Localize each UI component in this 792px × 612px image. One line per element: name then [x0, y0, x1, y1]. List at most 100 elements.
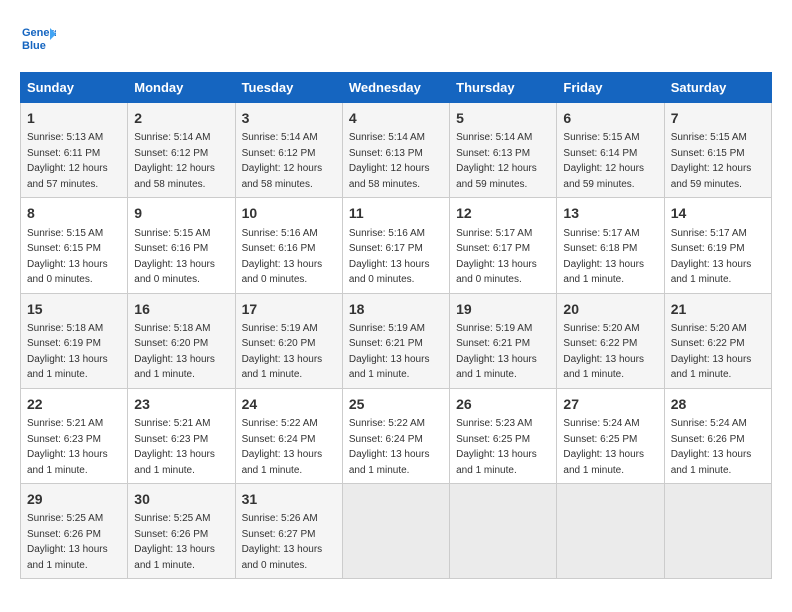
day-number: 28 — [671, 394, 765, 414]
day-number: 9 — [134, 203, 228, 223]
calendar-cell: 31 Sunrise: 5:26 AMSunset: 6:27 PMDayligh… — [235, 484, 342, 579]
calendar-cell: 9 Sunrise: 5:15 AMSunset: 6:16 PMDaylight… — [128, 198, 235, 293]
day-number: 1 — [27, 108, 121, 128]
day-number: 24 — [242, 394, 336, 414]
day-number: 19 — [456, 299, 550, 319]
calendar-cell: 30 Sunrise: 5:25 AMSunset: 6:26 PMDayligh… — [128, 484, 235, 579]
col-header-monday: Monday — [128, 73, 235, 103]
calendar-cell: 26 Sunrise: 5:23 AMSunset: 6:25 PMDayligh… — [450, 388, 557, 483]
day-info: Sunrise: 5:19 AMSunset: 6:21 PMDaylight:… — [349, 323, 430, 381]
col-header-saturday: Saturday — [664, 73, 771, 103]
calendar-cell: 5Sunrise: 5:14 AMSunset: 6:13 PMDaylight… — [450, 103, 557, 198]
day-number: 20 — [563, 299, 657, 319]
col-header-tuesday: Tuesday — [235, 73, 342, 103]
col-header-sunday: Sunday — [21, 73, 128, 103]
day-info: Sunrise: 5:15 AMSunset: 6:15 PMDaylight:… — [27, 228, 108, 286]
day-info: Sunrise: 5:16 AMSunset: 6:17 PMDaylight:… — [349, 228, 430, 286]
day-number: 21 — [671, 299, 765, 319]
day-info: Sunrise: 5:19 AMSunset: 6:21 PMDaylight:… — [456, 323, 537, 381]
day-number: 4 — [349, 108, 443, 128]
calendar-cell: 12Sunrise: 5:17 AMSunset: 6:17 PMDayligh… — [450, 198, 557, 293]
day-info: Sunrise: 5:19 AMSunset: 6:20 PMDaylight:… — [242, 323, 323, 381]
calendar-cell: 20 Sunrise: 5:20 AMSunset: 6:22 PMDayligh… — [557, 293, 664, 388]
day-number: 13 — [563, 203, 657, 223]
day-info: Sunrise: 5:21 AMSunset: 6:23 PMDaylight:… — [27, 418, 108, 476]
day-number: 14 — [671, 203, 765, 223]
day-info: Sunrise: 5:14 AMSunset: 6:13 PMDaylight:… — [349, 132, 430, 190]
calendar-cell: 22 Sunrise: 5:21 AMSunset: 6:23 PMDayligh… — [21, 388, 128, 483]
day-info: Sunrise: 5:25 AMSunset: 6:26 PMDaylight:… — [27, 513, 108, 571]
day-number: 8 — [27, 203, 121, 223]
day-info: Sunrise: 5:21 AMSunset: 6:23 PMDaylight:… — [134, 418, 215, 476]
calendar-cell: 24Sunrise: 5:22 AMSunset: 6:24 PMDayligh… — [235, 388, 342, 483]
day-info: Sunrise: 5:24 AMSunset: 6:25 PMDaylight:… — [563, 418, 644, 476]
calendar-cell: 27 Sunrise: 5:24 AMSunset: 6:25 PMDayligh… — [557, 388, 664, 483]
calendar-table: SundayMondayTuesdayWednesdayThursdayFrid… — [20, 72, 772, 579]
day-number: 18 — [349, 299, 443, 319]
calendar-cell: 6 Sunrise: 5:15 AMSunset: 6:14 PMDaylight… — [557, 103, 664, 198]
calendar-cell: 1 Sunrise: 5:13 AMSunset: 6:11 PMDaylight… — [21, 103, 128, 198]
day-info: Sunrise: 5:14 AMSunset: 6:12 PMDaylight:… — [242, 132, 323, 190]
calendar-cell: 16 Sunrise: 5:18 AMSunset: 6:20 PMDayligh… — [128, 293, 235, 388]
calendar-cell: 25 Sunrise: 5:22 AMSunset: 6:24 PMDayligh… — [342, 388, 449, 483]
calendar-cell: 15 Sunrise: 5:18 AMSunset: 6:19 PMDayligh… — [21, 293, 128, 388]
calendar-cell — [557, 484, 664, 579]
calendar-cell: 13 Sunrise: 5:17 AMSunset: 6:18 PMDayligh… — [557, 198, 664, 293]
calendar-cell: 29 Sunrise: 5:25 AMSunset: 6:26 PMDayligh… — [21, 484, 128, 579]
calendar-cell: 7 Sunrise: 5:15 AMSunset: 6:15 PMDaylight… — [664, 103, 771, 198]
calendar-cell: 23 Sunrise: 5:21 AMSunset: 6:23 PMDayligh… — [128, 388, 235, 483]
calendar-cell: 19 Sunrise: 5:19 AMSunset: 6:21 PMDayligh… — [450, 293, 557, 388]
day-number: 25 — [349, 394, 443, 414]
day-number: 16 — [134, 299, 228, 319]
page-header: General Blue — [20, 20, 772, 56]
logo: General Blue — [20, 20, 62, 56]
day-info: Sunrise: 5:15 AMSunset: 6:14 PMDaylight:… — [563, 132, 644, 190]
day-number: 30 — [134, 489, 228, 509]
day-info: Sunrise: 5:18 AMSunset: 6:20 PMDaylight:… — [134, 323, 215, 381]
day-info: Sunrise: 5:22 AMSunset: 6:24 PMDaylight:… — [349, 418, 430, 476]
col-header-friday: Friday — [557, 73, 664, 103]
calendar-cell — [342, 484, 449, 579]
calendar-cell: 2Sunrise: 5:14 AMSunset: 6:12 PMDaylight… — [128, 103, 235, 198]
calendar-cell — [664, 484, 771, 579]
day-number: 31 — [242, 489, 336, 509]
calendar-cell: 10 Sunrise: 5:16 AMSunset: 6:16 PMDayligh… — [235, 198, 342, 293]
day-number: 27 — [563, 394, 657, 414]
calendar-cell: 4 Sunrise: 5:14 AMSunset: 6:13 PMDaylight… — [342, 103, 449, 198]
day-number: 11 — [349, 203, 443, 223]
logo-icon: General Blue — [20, 20, 56, 56]
calendar-cell: 11 Sunrise: 5:16 AMSunset: 6:17 PMDayligh… — [342, 198, 449, 293]
day-info: Sunrise: 5:23 AMSunset: 6:25 PMDaylight:… — [456, 418, 537, 476]
day-info: Sunrise: 5:13 AMSunset: 6:11 PMDaylight:… — [27, 132, 108, 190]
calendar-cell: 3 Sunrise: 5:14 AMSunset: 6:12 PMDaylight… — [235, 103, 342, 198]
col-header-thursday: Thursday — [450, 73, 557, 103]
day-number: 6 — [563, 108, 657, 128]
day-number: 26 — [456, 394, 550, 414]
day-info: Sunrise: 5:16 AMSunset: 6:16 PMDaylight:… — [242, 228, 323, 286]
day-info: Sunrise: 5:20 AMSunset: 6:22 PMDaylight:… — [563, 323, 644, 381]
day-number: 12 — [456, 203, 550, 223]
day-info: Sunrise: 5:15 AMSunset: 6:15 PMDaylight:… — [671, 132, 752, 190]
day-number: 23 — [134, 394, 228, 414]
col-header-wednesday: Wednesday — [342, 73, 449, 103]
calendar-cell: 28 Sunrise: 5:24 AMSunset: 6:26 PMDayligh… — [664, 388, 771, 483]
day-number: 10 — [242, 203, 336, 223]
day-info: Sunrise: 5:20 AMSunset: 6:22 PMDaylight:… — [671, 323, 752, 381]
calendar-cell: 18 Sunrise: 5:19 AMSunset: 6:21 PMDayligh… — [342, 293, 449, 388]
day-info: Sunrise: 5:24 AMSunset: 6:26 PMDaylight:… — [671, 418, 752, 476]
day-number: 3 — [242, 108, 336, 128]
day-number: 22 — [27, 394, 121, 414]
calendar-cell: 17 Sunrise: 5:19 AMSunset: 6:20 PMDayligh… — [235, 293, 342, 388]
day-number: 7 — [671, 108, 765, 128]
day-number: 17 — [242, 299, 336, 319]
day-info: Sunrise: 5:17 AMSunset: 6:19 PMDaylight:… — [671, 228, 752, 286]
day-info: Sunrise: 5:17 AMSunset: 6:18 PMDaylight:… — [563, 228, 644, 286]
day-info: Sunrise: 5:26 AMSunset: 6:27 PMDaylight:… — [242, 513, 323, 571]
day-number: 15 — [27, 299, 121, 319]
day-number: 2 — [134, 108, 228, 128]
day-info: Sunrise: 5:15 AMSunset: 6:16 PMDaylight:… — [134, 228, 215, 286]
day-info: Sunrise: 5:25 AMSunset: 6:26 PMDaylight:… — [134, 513, 215, 571]
calendar-cell — [450, 484, 557, 579]
day-number: 29 — [27, 489, 121, 509]
day-info: Sunrise: 5:18 AMSunset: 6:19 PMDaylight:… — [27, 323, 108, 381]
